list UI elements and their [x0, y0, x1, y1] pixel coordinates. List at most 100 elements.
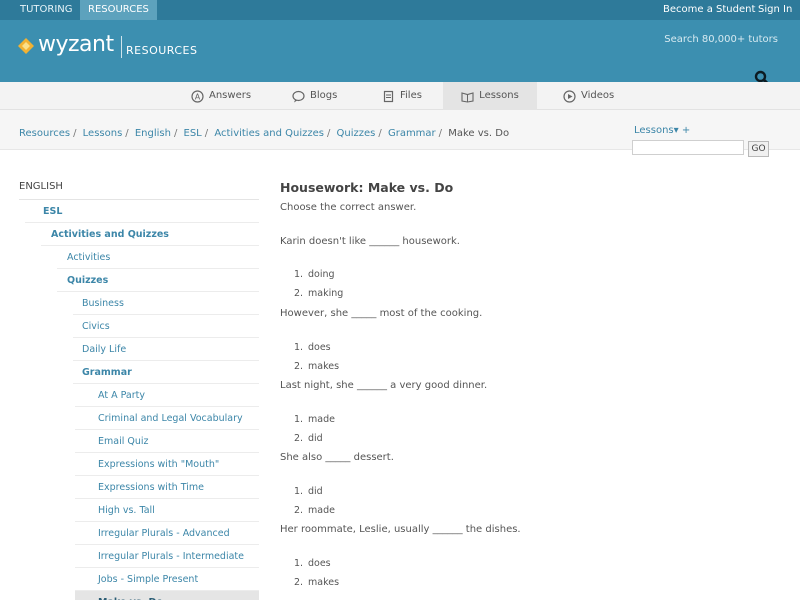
become-student-link[interactable]: Become a Student [663, 0, 755, 20]
option-number: 2. [294, 433, 304, 444]
sidebar-item-activities-and-quizzes[interactable]: Activities and Quizzes [41, 223, 259, 246]
site-header: wyzant RESOURCES Search 80,000+ tutors [0, 20, 800, 86]
logo-divider [121, 36, 122, 58]
answer-option[interactable]: 1. did [294, 486, 323, 497]
option-label: makes [308, 361, 340, 372]
answers-icon: A [191, 89, 204, 103]
quiz-instructions: Choose the correct answer. [280, 202, 417, 213]
option-number: 1. [294, 558, 304, 569]
sidebar-item-civics[interactable]: Civics [73, 315, 259, 338]
resource-nav: A Answers Blogs Files Lessons Videos [0, 82, 800, 110]
diamond-logo-icon[interactable] [16, 36, 36, 56]
option-label: made [308, 414, 335, 425]
answer-option[interactable]: 1. does [294, 342, 331, 353]
question-text: However, she _____ most of the cooking. [280, 308, 483, 319]
sidebar-item-at-a-party[interactable]: At A Party [75, 384, 259, 407]
answer-option[interactable]: 1. made [294, 414, 335, 425]
sidebar-heading: ENGLISH [19, 176, 259, 200]
lessons-dropdown[interactable]: Lessons▾ + [634, 125, 690, 136]
option-label: made [308, 505, 335, 516]
sidebar-item-email-quiz[interactable]: Email Quiz [75, 430, 259, 453]
sidebar-item-grammar[interactable]: Grammar [73, 361, 259, 384]
logo-section-label: RESOURCES [126, 44, 198, 57]
breadcrumb-grammar[interactable]: Grammar [388, 128, 436, 139]
nav-lessons-label: Lessons [479, 90, 519, 101]
option-label: doing [308, 269, 335, 280]
nav-videos[interactable]: Videos [563, 82, 614, 110]
videos-icon [563, 89, 576, 103]
answer-option[interactable]: 2. makes [294, 361, 339, 372]
answer-option[interactable]: 2. made [294, 505, 335, 516]
breadcrumb-separator: / [125, 128, 129, 139]
top-bar: TUTORING RESOURCES Become a Student Sign… [0, 0, 800, 20]
option-label: did [308, 486, 323, 497]
sidebar-item-expressions-with-time[interactable]: Expressions with Time [75, 476, 259, 499]
nav-files-label: Files [400, 90, 422, 101]
option-number: 2. [294, 361, 304, 372]
sidebar-item-irregular-plurals-advanced[interactable]: Irregular Plurals - Advanced [75, 522, 259, 545]
breadcrumb-current: Make vs. Do [448, 128, 510, 139]
breadcrumb-english[interactable]: English [135, 128, 171, 139]
breadcrumb-separator: / [173, 128, 178, 139]
breadcrumb-quizzes[interactable]: Quizzes [337, 128, 376, 139]
breadcrumb-esl[interactable]: ESL [184, 128, 202, 139]
answer-option[interactable]: 1. does [294, 558, 331, 569]
sidebar-item-jobs-simple-present[interactable]: Jobs - Simple Present [75, 568, 259, 591]
question-text: Last night, she ______ a very good dinne… [280, 380, 488, 391]
breadcrumb-separator: / [326, 128, 331, 139]
sidebar-item-high-vs-tall[interactable]: High vs. Tall [75, 499, 259, 522]
option-number: 2. [294, 577, 304, 588]
sidebar-item-expressions-with-mouth[interactable]: Expressions with "Mouth" [75, 453, 259, 476]
sidebar-item-irregular-plurals-intermediate[interactable]: Irregular Plurals - Intermediate [75, 545, 259, 568]
sidebar-item-make-vs-do[interactable]: Make vs. Do [75, 591, 259, 600]
question-text: She also _____ dessert. [280, 452, 394, 463]
option-number: 1. [294, 414, 304, 425]
sidebar-item-criminal-and-legal-vocabulary[interactable]: Criminal and Legal Vocabulary [75, 407, 259, 430]
sidebar-item-activities[interactable]: Activities [57, 246, 259, 269]
breadcrumb-lessons[interactable]: Lessons [83, 128, 123, 139]
option-number: 2. [294, 288, 304, 299]
breadcrumb-separator: / [378, 128, 382, 139]
option-label: does [308, 342, 331, 353]
option-number: 1. [294, 342, 304, 353]
breadcrumb: Resources / Lessons / English / ESL / Activi… [19, 128, 509, 139]
lesson-search-input[interactable] [632, 140, 744, 155]
logo-wordmark[interactable]: wyzant [38, 32, 114, 57]
question-text: Her roommate, Leslie, usually ______ the… [280, 524, 521, 535]
svg-text:A: A [195, 92, 201, 101]
breadcrumb-resources[interactable]: Resources [19, 128, 70, 139]
nav-answers[interactable]: A Answers [191, 82, 251, 110]
answer-option[interactable]: 2. makes [294, 577, 339, 588]
sidebar-item-esl[interactable]: ESL [25, 200, 259, 223]
sidebar-item-quizzes[interactable]: Quizzes [57, 269, 259, 292]
option-label: makes [308, 577, 340, 588]
tab-resources[interactable]: RESOURCES [80, 0, 157, 20]
option-label: making [308, 288, 344, 299]
nav-answers-label: Answers [209, 90, 252, 101]
nav-blogs[interactable]: Blogs [292, 82, 337, 110]
page-title: Housework: Make vs. Do [280, 180, 454, 195]
option-number: 1. [294, 486, 304, 497]
sidebar-item-daily-life[interactable]: Daily Life [73, 338, 259, 361]
tutor-search-hint: Search 80,000+ tutors [664, 34, 778, 45]
answer-option[interactable]: 2. making [294, 288, 343, 299]
sidebar-tree: ENGLISH ESL Activities and Quizzes Activ… [19, 176, 259, 600]
sign-in-link[interactable]: Sign In [758, 0, 792, 20]
option-label: does [308, 558, 331, 569]
breadcrumb-separator: / [438, 128, 443, 139]
sidebar-item-business[interactable]: Business [73, 292, 259, 315]
breadcrumb-separator: / [73, 128, 77, 139]
answer-option[interactable]: 2. did [294, 433, 323, 444]
breadcrumb-activities-and-quizzes[interactable]: Activities and Quizzes [214, 128, 324, 139]
files-icon [383, 90, 394, 102]
nav-videos-label: Videos [581, 90, 615, 101]
option-label: did [308, 433, 323, 444]
blogs-icon [292, 90, 305, 102]
breadcrumb-separator: / [204, 128, 209, 139]
nav-blogs-label: Blogs [310, 90, 338, 101]
nav-lessons[interactable]: Lessons [443, 82, 537, 110]
go-button[interactable]: GO [748, 141, 769, 157]
answer-option[interactable]: 1. doing [294, 269, 335, 280]
tab-tutoring[interactable]: TUTORING [12, 0, 81, 20]
nav-files[interactable]: Files [382, 82, 422, 110]
